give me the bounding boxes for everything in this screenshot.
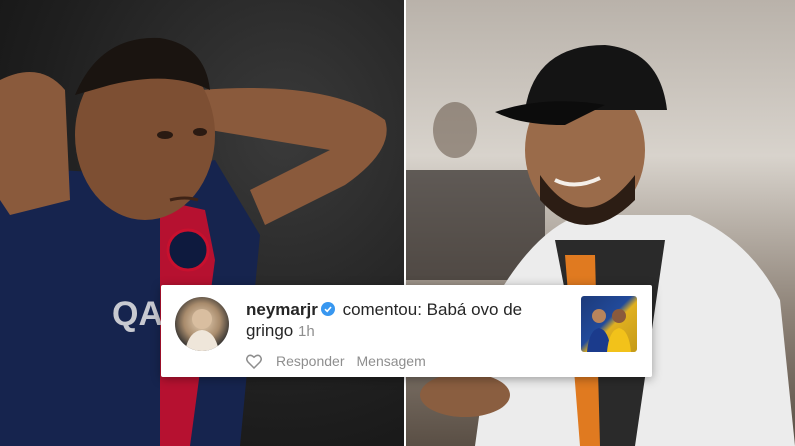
username-link[interactable]: neymarjr xyxy=(246,300,318,319)
right-player-photo xyxy=(405,0,795,446)
message-button[interactable]: Mensagem xyxy=(357,353,426,369)
post-thumbnail-icon[interactable] xyxy=(581,296,637,352)
right-player-illustration xyxy=(405,45,795,446)
comment-actions: Responder Mensagem xyxy=(246,353,438,369)
verified-badge-icon xyxy=(320,302,335,316)
photo-divider xyxy=(404,0,406,446)
comment-time: 1h xyxy=(298,323,315,340)
instagram-comment-card: neymarjr comentou: Babá ovo de gringo 1h… xyxy=(161,285,652,377)
left-player-photo: QA xyxy=(0,0,405,446)
profile-photo-icon[interactable] xyxy=(175,297,229,351)
reply-button[interactable]: Responder xyxy=(276,353,345,369)
left-player-illustration: QA xyxy=(0,37,387,446)
comment-text-block: neymarjr comentou: Babá ovo de gringo 1h xyxy=(246,299,556,342)
svg-text:QA: QA xyxy=(112,295,163,333)
heart-icon[interactable] xyxy=(246,354,262,369)
